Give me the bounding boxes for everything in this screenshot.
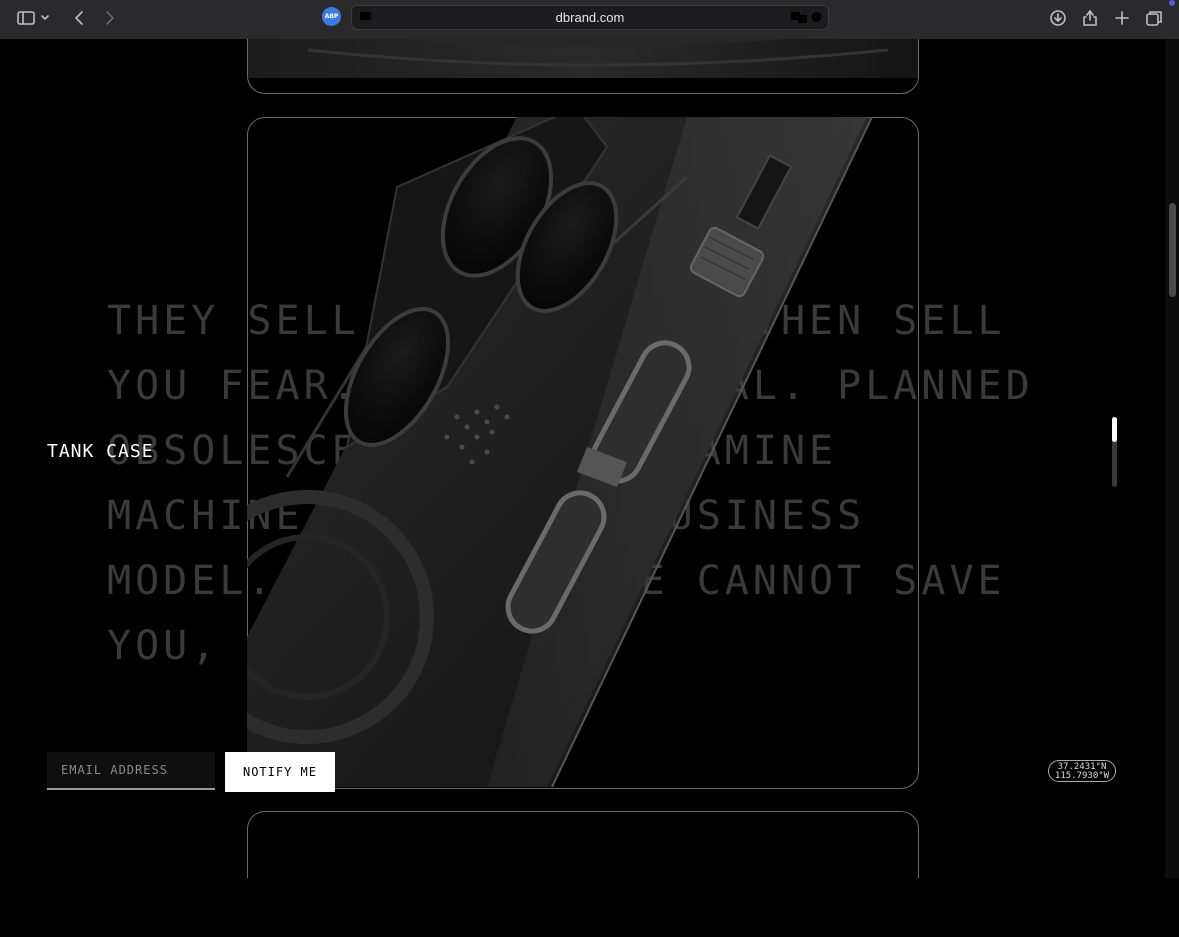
scroll-progress: [1112, 417, 1117, 487]
adblock-icon[interactable]: ABP: [322, 7, 341, 26]
new-tab-icon[interactable]: [1110, 7, 1134, 29]
back-icon[interactable]: [67, 7, 91, 29]
coordinates-lon: 115.7930°W: [1054, 771, 1110, 781]
phone-case-image: [248, 39, 918, 78]
window-bottom: [0, 878, 1179, 937]
page-scrollbar-thumb[interactable]: [1169, 203, 1176, 297]
notify-me-button[interactable]: NOTIFY ME: [225, 752, 335, 792]
share-icon[interactable]: [1078, 7, 1102, 29]
product-image-card-next: [247, 811, 919, 878]
notification-dot: [1169, 0, 1175, 6]
product-title: TANK CASE: [47, 441, 154, 462]
coordinates-badge: 37.2431°N 115.7930°W: [1048, 760, 1116, 782]
tabs-icon[interactable]: [1142, 7, 1166, 29]
forward-icon: [98, 7, 122, 29]
download-icon[interactable]: [1046, 7, 1070, 29]
scroll-progress-fill: [1112, 417, 1117, 442]
email-field[interactable]: [47, 752, 215, 790]
product-image-card: [247, 39, 919, 94]
address-bar[interactable]: dbrand.com: [351, 5, 829, 30]
url-text[interactable]: dbrand.com: [352, 10, 828, 25]
sidebar-icon[interactable]: [14, 7, 38, 29]
translate-icon[interactable]: [790, 9, 808, 28]
browser-toolbar: ABP dbrand.com: [0, 0, 1179, 40]
chevron-down-icon[interactable]: [38, 7, 52, 29]
reload-icon[interactable]: [810, 9, 824, 28]
page-scrollbar[interactable]: [1165, 39, 1179, 878]
product-image-card-main: [247, 117, 919, 789]
page-viewport: THEY SELL YOU A PHONE, THEN SELL YOU FEA…: [0, 39, 1165, 878]
